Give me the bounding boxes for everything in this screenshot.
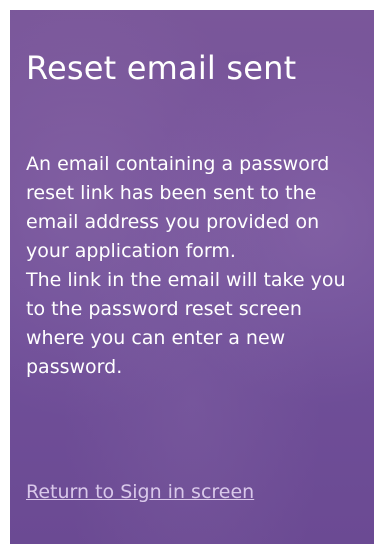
message-paragraph-instructions: The link in the email will take you to t… [26,269,346,378]
confirmation-message: An email containing a password reset lin… [26,150,366,382]
return-to-sign-in-link[interactable]: Return to Sign in screen [26,478,254,507]
reset-email-panel: Reset email sent An email containing a p… [10,10,374,544]
page-title: Reset email sent [26,49,297,87]
message-paragraph-sent: An email containing a password reset lin… [26,153,330,262]
